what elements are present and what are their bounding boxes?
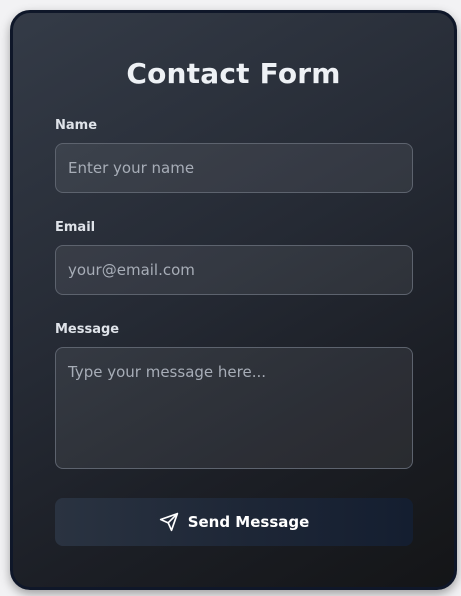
email-label: Email	[55, 220, 96, 235]
message-label: Message	[55, 322, 120, 337]
send-message-button[interactable]: Send Message	[55, 498, 413, 546]
name-input[interactable]	[55, 143, 413, 193]
message-textarea[interactable]	[55, 347, 413, 469]
contact-form-card: Contact Form Name Email Message Send Mes…	[10, 10, 457, 590]
name-label: Name	[55, 118, 98, 133]
send-icon	[159, 512, 179, 532]
form-title: Contact Form	[126, 57, 341, 90]
send-button-label: Send Message	[187, 513, 310, 531]
email-input[interactable]	[55, 245, 413, 295]
